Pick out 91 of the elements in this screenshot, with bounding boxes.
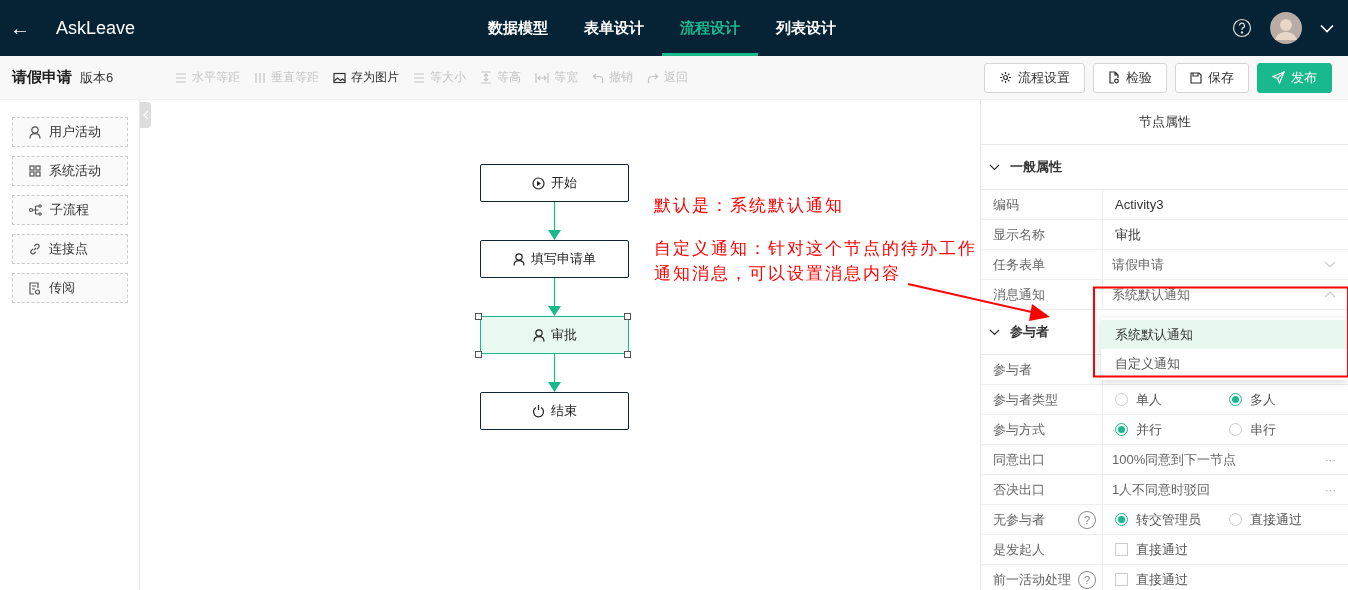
play-icon [532, 176, 545, 190]
radio-label: 串行 [1250, 420, 1276, 439]
radio-label: 直接通过 [1250, 510, 1302, 529]
process-title: 请假申请 [12, 68, 72, 87]
field-label: 前一活动处理 [993, 570, 1072, 589]
collapse-tab[interactable] [140, 102, 151, 128]
field-label: 消息通知 [993, 285, 1046, 304]
flow-node[interactable]: 结束 [480, 392, 629, 430]
palette-item[interactable]: 用户活动 [12, 117, 128, 147]
palette-item[interactable]: 传阅 [12, 273, 128, 303]
nav-tab[interactable]: 表单设计 [566, 0, 662, 56]
width-icon [535, 71, 549, 84]
radio-label: 并行 [1136, 420, 1162, 439]
undo-icon [592, 71, 604, 84]
palette-item[interactable]: 系统活动 [12, 156, 128, 186]
connector-arrow [548, 278, 561, 316]
check-button[interactable]: 检验 [1093, 62, 1167, 93]
redo-icon [647, 71, 659, 84]
flow-node[interactable]: 开始 [480, 164, 629, 202]
field-value: 审批 [1115, 225, 1141, 244]
field-value: 1人不同意时驳回 [1112, 480, 1212, 499]
chevron-left-icon [142, 110, 149, 120]
dropdown-option[interactable]: 系统默认通知 [1101, 320, 1347, 349]
field-label: 同意出口 [993, 450, 1046, 469]
annotation-note: 默认是：系统默认通知 [654, 195, 844, 217]
link-icon [29, 243, 41, 255]
dropdown-option[interactable]: 自定义通知 [1101, 349, 1347, 378]
app-title: AskLeave [56, 17, 137, 39]
back-button[interactable]: ← [10, 16, 30, 40]
image-icon [333, 71, 346, 84]
field-label: 编码 [993, 195, 1020, 214]
field-value: Activity3 [1115, 197, 1164, 212]
field-label: 参与方式 [993, 420, 1046, 439]
select-field[interactable]: 请假申请 [1103, 250, 1348, 279]
user-icon [532, 328, 545, 342]
lines-icon [175, 71, 187, 84]
lines-icon [413, 71, 425, 84]
checkbox[interactable] [1115, 543, 1128, 556]
gear-icon [999, 71, 1012, 84]
nav-tab[interactable]: 列表设计 [758, 0, 854, 56]
palette-item[interactable]: 连接点 [12, 234, 128, 264]
branch-icon [29, 204, 42, 216]
nav-tab[interactable]: 数据模型 [470, 0, 566, 56]
resize-handle[interactable] [624, 351, 631, 358]
field-label: 参与者类型 [993, 390, 1059, 409]
field-label: 是发起人 [993, 540, 1046, 559]
checkbox-label: 直接通过 [1136, 570, 1188, 589]
radio-label: 多人 [1250, 390, 1276, 409]
flow-node[interactable]: 填写申请单 [480, 240, 629, 278]
height-icon [480, 71, 492, 84]
chevron-down-icon [989, 163, 1000, 171]
resize-handle[interactable] [475, 351, 482, 358]
chevron-up-icon [1324, 291, 1336, 298]
connector-arrow [548, 202, 561, 240]
field-label: 显示名称 [993, 225, 1046, 244]
checkbox[interactable] [1115, 573, 1128, 586]
field-value: 100%同意到下一节点 [1112, 450, 1238, 469]
annotation-note: 自定义通知：针对这个节点的待办工作通知消息，可以设置消息内容 [654, 238, 978, 285]
grid-icon [29, 165, 41, 177]
panel-title: 节点属性 [981, 100, 1348, 145]
save-icon [1190, 71, 1202, 84]
toolbar-tool[interactable]: 存为图片 [333, 69, 399, 86]
chevron-down-icon[interactable] [1320, 23, 1334, 33]
palette-item[interactable]: 子流程 [12, 195, 128, 225]
flow-node[interactable]: 审批 [480, 316, 629, 354]
resize-handle[interactable] [624, 313, 631, 320]
radio-label: 单人 [1136, 390, 1162, 409]
document-icon [29, 281, 41, 295]
power-icon [532, 404, 545, 418]
select-field[interactable]: 系统默认通知 [1103, 280, 1348, 309]
resize-handle[interactable] [475, 313, 482, 320]
save-button[interactable]: 保存 [1175, 62, 1249, 93]
bars-icon [254, 71, 266, 84]
section-header[interactable]: 一般属性 [981, 145, 1348, 190]
field-label: 否决出口 [993, 480, 1046, 499]
user-icon [29, 125, 41, 139]
avatar-icon[interactable] [1270, 12, 1302, 44]
checkbox-label: 直接通过 [1136, 540, 1188, 559]
connector-arrow [548, 354, 561, 392]
field-label: 任务表单 [993, 255, 1046, 274]
settings-button[interactable]: 流程设置 [984, 62, 1085, 93]
version-label: 版本6 [80, 68, 115, 87]
radio-label: 转交管理员 [1136, 510, 1201, 529]
user-icon [513, 252, 525, 266]
field-label: 参与者 [993, 360, 1033, 379]
help-icon[interactable] [1232, 18, 1252, 38]
field-label: 无参与者 [993, 510, 1046, 529]
file-check-icon [1108, 71, 1120, 84]
chevron-down-icon [989, 328, 1000, 336]
chevron-down-icon [1324, 261, 1336, 268]
send-icon [1272, 71, 1285, 84]
